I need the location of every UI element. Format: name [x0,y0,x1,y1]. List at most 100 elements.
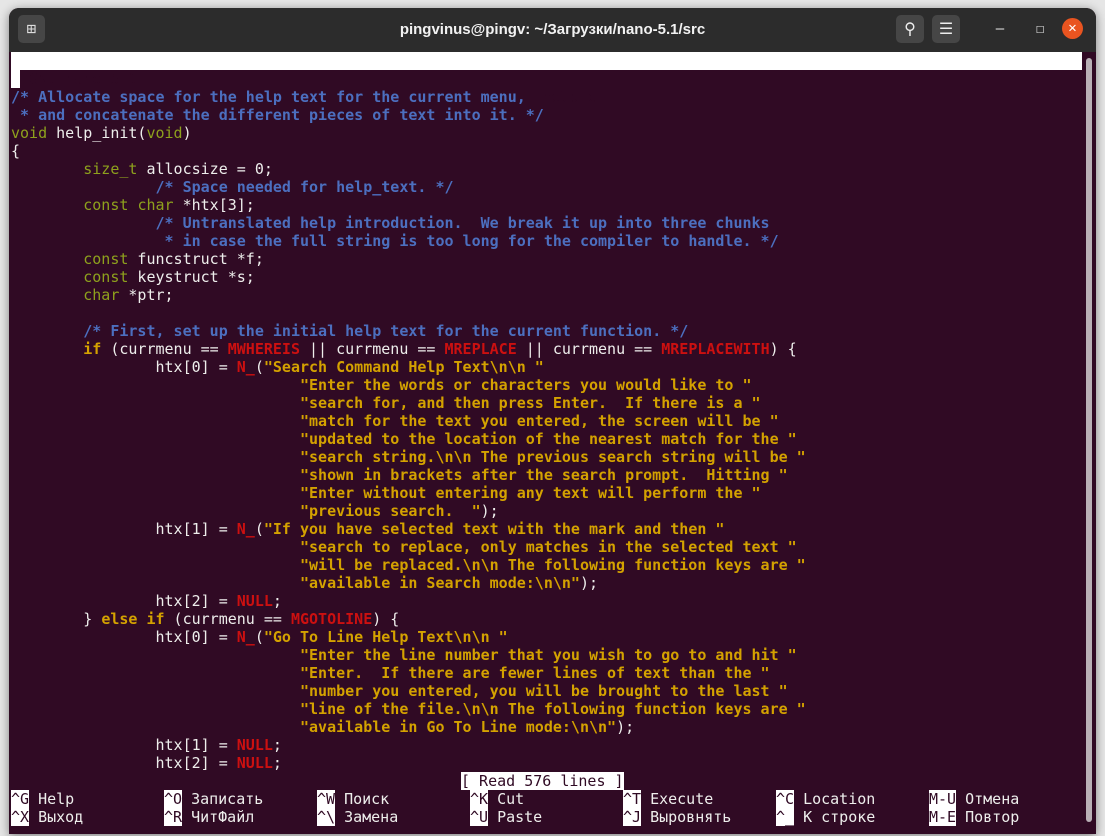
code-token-comment: /* First, set up the initial help text f… [83,322,689,340]
shortcut-label: Help [38,790,75,808]
menu-button[interactable]: ☰ [932,15,960,43]
code-line: "Enter the line number that you wish to … [11,646,797,664]
shortcut-выровнять[interactable]: ^J Выровнять [623,808,731,826]
shortcut-label: К строке [803,808,876,826]
shortcut-execute[interactable]: ^T Execute [623,790,713,808]
code-line: "number you entered, you will be brought… [11,682,788,700]
nano-header: GNU nano 5.1 help.c [11,52,1082,106]
code-token-str: "Enter. If there are fewer lines of text… [299,664,770,682]
code-token-macro: NULL [236,592,273,610]
code-token-plain: *ptr; [119,286,174,304]
shortcut-key: ^G [11,790,30,808]
shortcut-label: ЧитФайл [191,808,255,826]
shortcut-замена[interactable]: ^\ Замена [317,808,398,826]
status-message: [ Read 576 lines ] [461,772,624,790]
shortcut-key: ^W [317,790,336,808]
shortcut-записать[interactable]: ^O Записать [164,790,263,808]
scrollbar[interactable] [1086,58,1092,822]
terminal-window: ⊞ pingvinus@pingv: ~/Загрузки/nano-5.1/s… [9,8,1096,834]
code-token-plain: ( [254,358,264,376]
code-token-comment: * and concatenate the different pieces o… [11,106,544,124]
code-token-plain: allocsize = 0; [137,160,273,178]
code-token-comment: /* Allocate space for the help text for … [11,88,526,106]
code-token-plain: ) [182,124,192,142]
shortcut-повтор[interactable]: M-E Повтор [929,808,1019,826]
shortcut-label: Записать [191,790,264,808]
code-line: * and concatenate the different pieces o… [11,106,544,124]
shortcut-help[interactable]: ^G Help [11,790,74,808]
code-line: const keystruct *s; [11,268,255,286]
shortcut-key: ^C [776,790,795,808]
code-token-comment: /* Untranslated help introduction. We br… [155,214,770,232]
search-button[interactable]: ⚲ [896,15,924,43]
code-line: htx[0] = N_("Go To Line Help Text\n\n " [11,628,508,646]
close-button[interactable]: ✕ [1062,18,1083,39]
code-line: "search to replace, only matches in the … [11,538,797,556]
minimize-button[interactable]: – [987,16,1013,42]
shortcut-отмена[interactable]: M-U Отмена [929,790,1019,808]
code-line: const funcstruct *f; [11,250,264,268]
shortcut-label: Выход [38,808,84,826]
code-token-str: "Search Command Help Text\n\n " [263,358,544,376]
shortcut-читфайл[interactable]: ^R ЧитФайл [164,808,254,826]
code-token-type: const [83,268,129,286]
shortcut-поиск[interactable]: ^W Поиск [317,790,389,808]
cursor [11,70,20,88]
code-token-str: "search string.\n\n The previous search … [299,448,806,466]
code-line: size_t allocsize = 0; [11,160,273,178]
code-token-plain: help_init( [47,124,147,142]
shortcut-key: ^\ [317,808,336,826]
code-token-plain: ; [272,736,282,754]
shortcut-key: ^X [11,808,30,826]
code-line: "Enter without entering any text will pe… [11,484,761,502]
code-token-plain: ) { [769,340,797,358]
code-token-plain: } [11,610,102,628]
shortcut-cut[interactable]: ^K Cut [470,790,524,808]
code-token-plain: ) { [372,610,400,628]
code-line: htx[0] = N_("Search Command Help Text\n\… [11,358,544,376]
shortcut-key: ^R [164,808,183,826]
code-token-macro: MWHEREIS [227,340,300,358]
shortcut-label: Location [803,790,876,808]
code-line: void help_init(void) [11,124,192,142]
code-token-str: "previous search. " [299,502,481,520]
code-line: "search string.\n\n The previous search … [11,448,806,466]
code-token-comment: * in case the full string is too long fo… [155,232,779,250]
code-token-str: "search for, and then press Enter. If th… [299,394,761,412]
code-token-macro: MREPLACE [444,340,517,358]
code-token-comment: /* Space needed for help_text. */ [155,178,454,196]
shortcut-paste[interactable]: ^U Paste [470,808,542,826]
shortcut-к-строке[interactable]: ^_ К строке [776,808,875,826]
code-token-str: "Go To Line Help Text\n\n " [263,628,508,646]
code-token-kw: else if [101,610,165,628]
code-token-plain: funcstruct *f; [128,250,264,268]
maximize-button[interactable]: ☐ [1027,16,1053,42]
code-line: "search for, and then press Enter. If th… [11,394,761,412]
code-line: if (currmenu == MWHEREIS || currmenu == … [11,340,797,358]
code-token-macro: N_ [236,520,255,538]
code-token-plain: keystruct *s; [128,268,255,286]
shortcut-label: Выровнять [650,808,732,826]
code-line: "Enter the words or characters you would… [11,376,752,394]
shortcut-location[interactable]: ^C Location [776,790,875,808]
shortcut-label: Cut [497,790,525,808]
code-token-plain: htx[2] = [11,754,237,772]
terminal-content[interactable]: GNU nano 5.1 help.c /* Allocate space fo… [11,52,1082,834]
code-line: "updated to the location of the nearest … [11,430,797,448]
code-token-plain: htx[1] = [11,736,237,754]
code-token-str: "available in Go To Line mode:\n\n" [299,718,617,736]
shortcut-выход[interactable]: ^X Выход [11,808,83,826]
code-token-str: "Enter without entering any text will pe… [299,484,761,502]
code-line: "shown in brackets after the search prom… [11,466,788,484]
code-token-plain: htx[1] = [11,520,237,538]
code-token-plain: (currmenu == [101,340,228,358]
